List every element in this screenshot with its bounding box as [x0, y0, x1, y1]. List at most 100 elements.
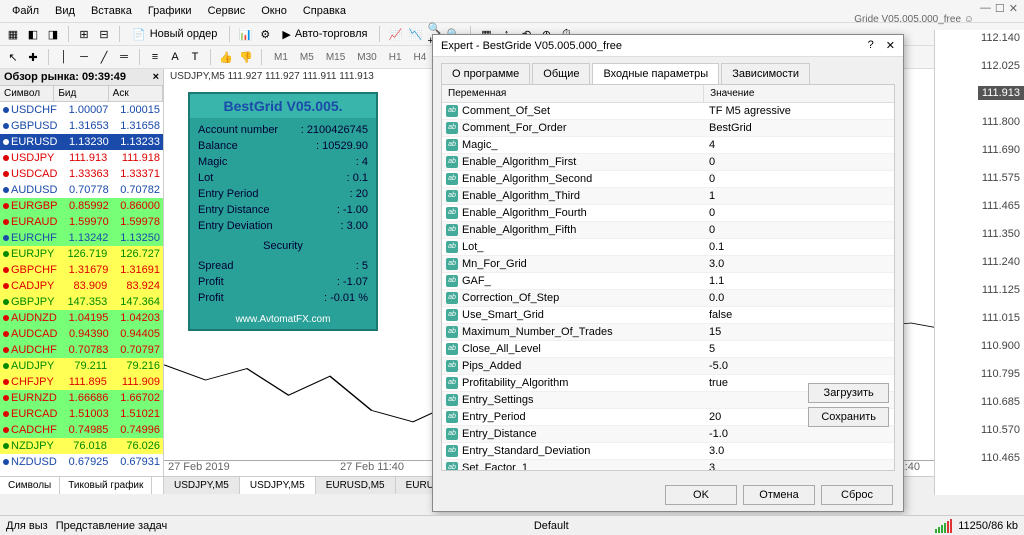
text-icon[interactable]: A: [166, 48, 184, 66]
fib-icon[interactable]: ≡: [146, 48, 164, 66]
param-row[interactable]: abCorrection_Of_Step0.0: [442, 290, 894, 307]
symbol-row[interactable]: NZDUSD0.679250.67931: [0, 454, 163, 470]
tab-symbols[interactable]: Символы: [0, 477, 60, 494]
param-row[interactable]: abEnable_Algorithm_Third1: [442, 188, 894, 205]
line-icon[interactable]: │: [55, 48, 73, 66]
auto-trade-button[interactable]: ▶ Авто-торговля: [276, 28, 373, 41]
close-icon[interactable]: ✕: [1009, 2, 1018, 15]
symbol-row[interactable]: USDCAD1.333631.33371: [0, 166, 163, 182]
menu-Файл[interactable]: Файл: [4, 2, 47, 20]
tab-tick-chart[interactable]: Тиковый график: [60, 477, 152, 494]
param-row[interactable]: abEnable_Algorithm_Fourth0: [442, 205, 894, 222]
param-row[interactable]: abSet_Factor_13: [442, 460, 894, 470]
close-icon[interactable]: ×: [153, 71, 159, 83]
hline-icon[interactable]: ─: [75, 48, 93, 66]
param-row[interactable]: abEnable_Algorithm_Fifth0: [442, 222, 894, 239]
symbol-row[interactable]: EURCAD1.510031.51021: [0, 406, 163, 422]
dialog-tab[interactable]: О программе: [441, 63, 530, 84]
menu-Вид[interactable]: Вид: [47, 2, 83, 20]
param-row[interactable]: abEnable_Algorithm_First0: [442, 154, 894, 171]
tool-icon[interactable]: ◧: [24, 25, 42, 43]
trend-icon[interactable]: ╱: [95, 48, 113, 66]
menu-Окно[interactable]: Окно: [253, 2, 295, 20]
symbol-row[interactable]: AUDUSD0.707780.70782: [0, 182, 163, 198]
param-row[interactable]: abComment_For_OrderBestGrid: [442, 120, 894, 137]
param-row[interactable]: abComment_Of_SetTF M5 agressive: [442, 103, 894, 120]
minimize-icon[interactable]: —: [980, 2, 991, 15]
crosshair-icon[interactable]: ✚: [24, 48, 42, 66]
dialog-tab[interactable]: Зависимости: [721, 63, 810, 84]
symbol-row[interactable]: AUDJPY79.21179.216: [0, 358, 163, 374]
param-row[interactable]: abUse_Smart_Gridfalse: [442, 307, 894, 324]
window-controls[interactable]: — ☐ ✕: [980, 2, 1018, 15]
menu-Графики[interactable]: Графики: [140, 2, 200, 20]
thumb-icon[interactable]: 👍: [217, 48, 235, 66]
symbol-row[interactable]: CHFJPY111.895111.909: [0, 374, 163, 390]
button-Сброс[interactable]: Сброс: [821, 485, 893, 505]
tool-icon[interactable]: 📉: [406, 25, 424, 43]
button-Загрузить[interactable]: Загрузить: [808, 383, 889, 403]
symbol-row[interactable]: EURUSD1.132301.13233: [0, 134, 163, 150]
tool-icon[interactable]: ⊞: [75, 25, 93, 43]
dialog-tabs[interactable]: О программеОбщиеВходные параметрыЗависим…: [433, 57, 903, 84]
tool-icon[interactable]: ⚙: [256, 25, 274, 43]
timeframe-M5[interactable]: M5: [294, 50, 320, 65]
timeframe-M15[interactable]: M15: [320, 50, 351, 65]
chart-tab[interactable]: USDJPY,M5: [164, 477, 240, 494]
new-order-button[interactable]: 📄 Новый ордер: [126, 28, 223, 41]
button-Отмена[interactable]: Отмена: [743, 485, 815, 505]
maximize-icon[interactable]: ☐: [995, 2, 1005, 15]
dialog-titlebar[interactable]: Expert - BestGride V05.005.000_free ? ✕: [433, 35, 903, 57]
tool-icon[interactable]: 📈: [386, 25, 404, 43]
menu-Вставка[interactable]: Вставка: [83, 2, 140, 20]
param-row[interactable]: abMagic_4: [442, 137, 894, 154]
param-row[interactable]: abPips_Added-5.0: [442, 358, 894, 375]
chart-tab[interactable]: USDJPY,M5: [240, 477, 316, 494]
symbol-row[interactable]: AUDCHF0.707830.70797: [0, 342, 163, 358]
menu-Сервис[interactable]: Сервис: [200, 2, 254, 20]
timeframe-M1[interactable]: M1: [268, 50, 294, 65]
symbol-row[interactable]: USDCHF1.000071.00015: [0, 102, 163, 118]
tool-icon[interactable]: 📊: [236, 25, 254, 43]
dialog-tab[interactable]: Общие: [532, 63, 590, 84]
symbol-row[interactable]: CADCHF0.749850.74996: [0, 422, 163, 438]
symbol-row[interactable]: EURJPY126.719126.727: [0, 246, 163, 262]
tool-icon[interactable]: ▦: [4, 25, 22, 43]
tool-icon[interactable]: ◨: [44, 25, 62, 43]
symbol-row[interactable]: GBPJPY147.353147.364: [0, 294, 163, 310]
symbol-row[interactable]: NZDJPY76.01876.026: [0, 438, 163, 454]
symbol-row[interactable]: USDJPY111.913111.918: [0, 150, 163, 166]
param-row[interactable]: abEntry_Distance-1.0: [442, 426, 894, 443]
button-OK[interactable]: OK: [665, 485, 737, 505]
button-Сохранить[interactable]: Сохранить: [808, 407, 889, 427]
param-row[interactable]: abEntry_Standard_Deviation3.0: [442, 443, 894, 460]
param-row[interactable]: abEnable_Algorithm_Second0: [442, 171, 894, 188]
param-row[interactable]: abClose_All_Level5: [442, 341, 894, 358]
close-icon[interactable]: ✕: [886, 39, 895, 52]
symbol-row[interactable]: AUDCAD0.943900.94405: [0, 326, 163, 342]
text-icon[interactable]: T: [186, 48, 204, 66]
tool-icon[interactable]: ⊟: [95, 25, 113, 43]
market-watch-list[interactable]: USDCHF1.000071.00015GBPUSD1.316531.31658…: [0, 102, 163, 476]
market-watch-tabs[interactable]: Символы Тиковый график: [0, 476, 163, 494]
timeframe-M30[interactable]: M30: [351, 50, 382, 65]
symbol-row[interactable]: EURNZD1.666861.66702: [0, 390, 163, 406]
symbol-row[interactable]: GBPUSD1.316531.31658: [0, 118, 163, 134]
symbol-row[interactable]: CADJPY83.90983.924: [0, 278, 163, 294]
chart-tab[interactable]: EURUSD,M5: [316, 477, 396, 494]
param-row[interactable]: abGAF_1.1: [442, 273, 894, 290]
symbol-row[interactable]: EURGBP0.859920.86000: [0, 198, 163, 214]
symbol-row[interactable]: AUDNZD1.041951.04203: [0, 310, 163, 326]
thumb-icon[interactable]: 👎: [237, 48, 255, 66]
symbol-row[interactable]: EURCHF1.132421.13250: [0, 230, 163, 246]
param-row[interactable]: abMn_For_Grid3.0: [442, 256, 894, 273]
menu-Справка[interactable]: Справка: [295, 2, 354, 20]
cursor-icon[interactable]: ↖: [4, 48, 22, 66]
param-row[interactable]: abLot_0.1: [442, 239, 894, 256]
timeframe-H1[interactable]: H1: [383, 50, 408, 65]
symbol-row[interactable]: GBPCHF1.316791.31691: [0, 262, 163, 278]
channel-icon[interactable]: ═: [115, 48, 133, 66]
param-row[interactable]: abMaximum_Number_Of_Trades15: [442, 324, 894, 341]
symbol-row[interactable]: EURAUD1.599701.59978: [0, 214, 163, 230]
help-icon[interactable]: ?: [868, 39, 874, 52]
